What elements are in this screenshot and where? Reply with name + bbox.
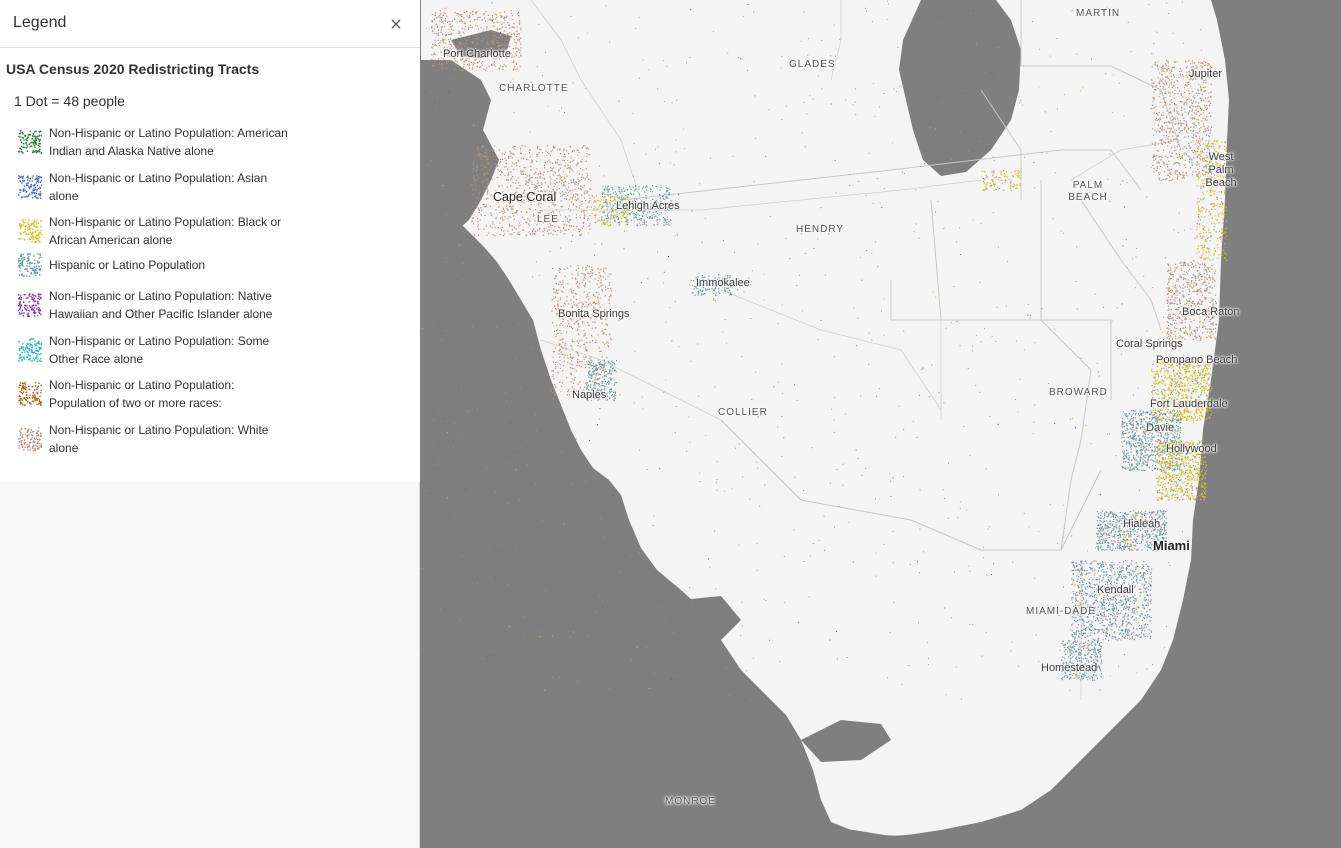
close-icon — [391, 19, 401, 29]
county-label-lee: LEE — [537, 214, 559, 225]
dot-value-label: 1 Dot = 48 people — [14, 93, 125, 109]
county-label-glades: GLADES — [789, 59, 836, 70]
dot-swatch-icon — [18, 219, 42, 243]
legend-item-label: Non-Hispanic or Latino Population: Black… — [49, 215, 282, 247]
legend-item-label: Non-Hispanic or Latino Population: Popul… — [49, 378, 235, 410]
dot-swatch-icon — [18, 253, 42, 277]
legend-item: Non-Hispanic or Latino Population: Black… — [18, 213, 288, 249]
city-label-cape-coral: Cape Coral — [493, 190, 557, 204]
city-label-naples: Naples — [572, 389, 607, 401]
legend-panel: Legend USA Census 2020 Redistricting Tra… — [0, 0, 420, 848]
legend-item-label: Non-Hispanic or Latino Population: Asian… — [49, 171, 268, 203]
city-label-lehigh-acres: Lehigh Acres — [616, 200, 680, 212]
legend-item: Non-Hispanic or Latino Population: White… — [18, 421, 288, 457]
legend-item: Non-Hispanic or Latino Population: Asian… — [18, 169, 288, 205]
legend-item: Non-Hispanic or Latino Population: Popul… — [18, 376, 288, 412]
city-label-miami: Miami — [1153, 538, 1190, 553]
layer-title: USA Census 2020 Redistricting Tracts — [6, 61, 260, 77]
county-label-palm-beach: PALM BEACH — [1068, 180, 1108, 203]
city-label-jupiter: Jupiter — [1189, 68, 1223, 80]
city-label-fort-lauderdale: Fort Lauderdale — [1150, 398, 1228, 410]
city-label-west-palm-beach: West Palm Beach — [1205, 151, 1237, 189]
city-label-immokalee: Immokalee — [696, 277, 750, 289]
dot-swatch-icon — [18, 382, 42, 406]
legend-item-label: Hispanic or Latino Population — [49, 258, 206, 272]
city-label-homestead: Homestead — [1041, 662, 1098, 674]
city-label-bonita-springs: Bonita Springs — [558, 308, 630, 320]
city-label-coral-springs: Coral Springs — [1116, 338, 1183, 350]
map-view[interactable]: MARTIN GLADES CHARLOTTE PALM BEACH HENDR… — [421, 0, 1341, 848]
county-label-martin: MARTIN — [1076, 8, 1121, 19]
close-button[interactable] — [384, 12, 408, 36]
legend-item-label: Non-Hispanic or Latino Population: Some … — [49, 334, 270, 366]
dot-swatch-icon — [18, 293, 42, 317]
city-label-boca-raton: Boca Raton — [1182, 306, 1240, 318]
legend-item-label: Non-Hispanic or Latino Population: White… — [49, 423, 269, 455]
county-label-charlotte: CHARLOTTE — [499, 83, 569, 94]
dot-swatch-icon — [18, 130, 42, 154]
county-label-miami-dade: MIAMI-DADE — [1026, 606, 1096, 617]
legend-item-label: Non-Hispanic or Latino Population: Nativ… — [49, 289, 273, 321]
legend-title: Legend — [13, 14, 67, 31]
city-label-davie: Davie — [1146, 422, 1175, 434]
legend-header: Legend — [0, 0, 420, 48]
legend-item-label: Non-Hispanic or Latino Population: Ameri… — [49, 126, 288, 158]
city-label-pompano-beach: Pompano Beach — [1156, 354, 1238, 366]
dot-swatch-icon — [18, 427, 42, 451]
county-label-hendry: HENDRY — [796, 224, 845, 235]
legend-item: Non-Hispanic or Latino Population: Ameri… — [18, 124, 288, 160]
county-label-collier: COLLIER — [718, 407, 768, 418]
dot-swatch-icon — [18, 338, 42, 362]
county-label-monroe: MONROE — [665, 796, 716, 807]
city-label-hialeah: Hialeah — [1123, 518, 1161, 530]
city-label-hollywood: Hollywood — [1166, 443, 1217, 455]
legend-item: Non-Hispanic or Latino Population: Nativ… — [18, 287, 288, 323]
legend-body: USA Census 2020 Redistricting Tracts 1 D… — [0, 48, 420, 482]
map-canvas[interactable] — [421, 0, 1341, 848]
city-label-kendall: Kendall — [1097, 584, 1134, 596]
county-label-broward: BROWARD — [1049, 387, 1108, 398]
city-label-port-charlotte: Port Charlotte — [443, 48, 511, 60]
legend-item: Hispanic or Latino Population — [18, 253, 288, 277]
legend-item: Non-Hispanic or Latino Population: Some … — [18, 332, 288, 368]
dot-swatch-icon — [18, 175, 42, 199]
